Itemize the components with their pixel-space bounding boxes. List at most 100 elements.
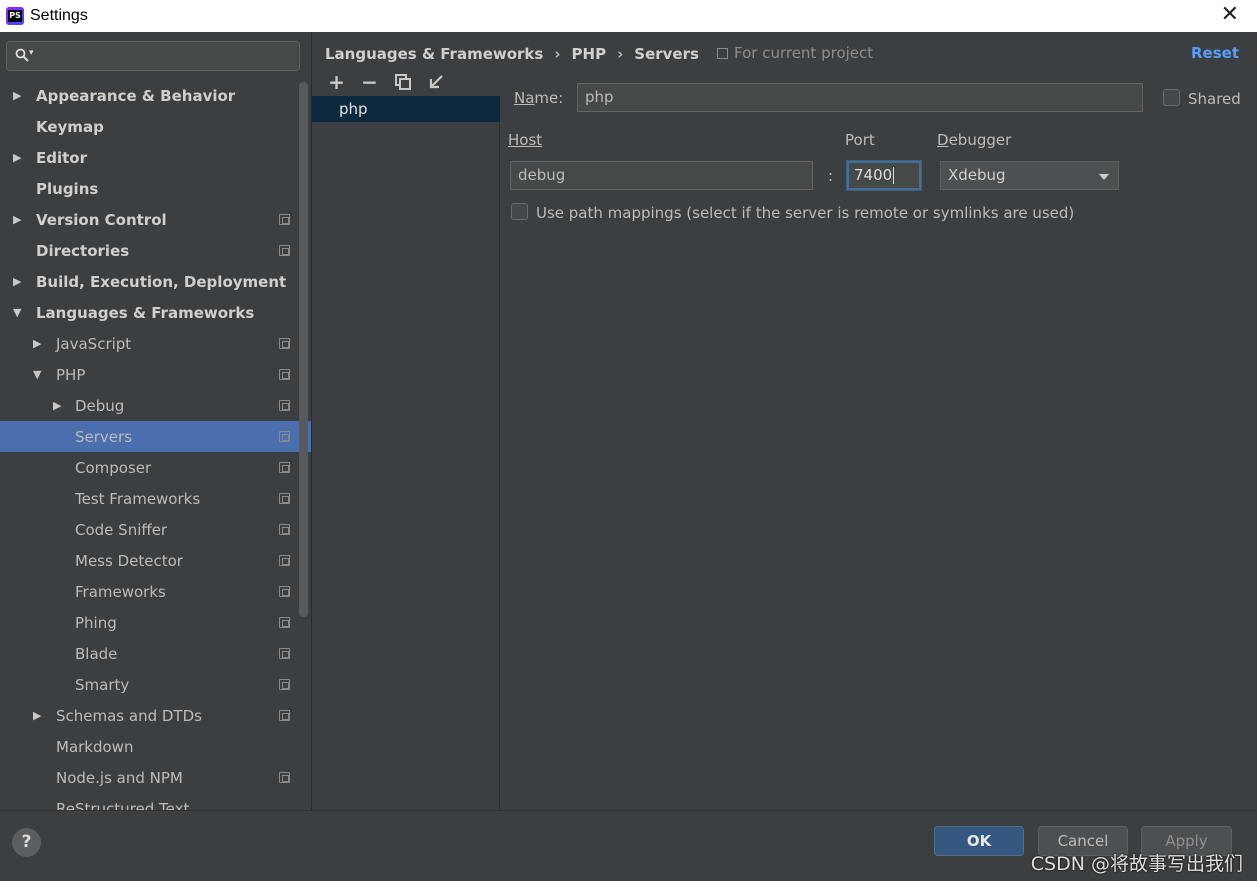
collapsed-arrow-icon[interactable]: ▶ [13, 151, 21, 164]
copy-icon[interactable] [386, 70, 419, 94]
sidebar-item-restructured-text[interactable]: ReStructured Text [0, 793, 311, 811]
host-label: Host [508, 131, 543, 149]
host-port-separator: : [828, 167, 834, 185]
collapsed-arrow-icon[interactable]: ▶ [53, 399, 61, 412]
close-icon[interactable]: ✕ [1221, 3, 1239, 27]
expanded-arrow-icon[interactable]: ▼ [13, 306, 21, 319]
sidebar-item-label: Debug [75, 396, 125, 415]
debugger-select[interactable]: Xdebug [940, 161, 1119, 190]
collapsed-arrow-icon[interactable]: ▶ [13, 89, 21, 102]
path-mappings-checkbox[interactable] [511, 203, 528, 220]
name-input[interactable]: php [577, 83, 1143, 112]
sidebar-item-frameworks[interactable]: Frameworks [0, 576, 311, 607]
breadcrumb-item: PHP [571, 45, 607, 63]
sidebar-scrollbar[interactable] [299, 82, 308, 617]
project-scope-icon [279, 338, 290, 349]
reset-link[interactable]: Reset [1191, 44, 1239, 62]
breadcrumb: Languages & Frameworks › PHP › Servers [325, 44, 699, 64]
remove-icon[interactable]: − [353, 70, 386, 94]
server-form: Name: php Shared Host Port Debugger debu… [500, 70, 1257, 810]
project-scope-icon [279, 648, 290, 659]
sidebar-item-code-sniffer[interactable]: Code Sniffer [0, 514, 311, 545]
sidebar-item-label: Directories [36, 241, 130, 260]
breadcrumb-separator: › [554, 45, 561, 63]
sidebar-item-label: Version Control [36, 210, 167, 229]
path-mappings-label: Use path mappings (select if the server … [536, 204, 1075, 222]
dialog-footer: ? OK Cancel Apply CSDN @将故事写出我们 [0, 810, 1257, 881]
project-scope-icon [279, 245, 290, 256]
chevron-down-icon [1099, 174, 1109, 180]
project-scope-icon [279, 586, 290, 597]
sidebar-item-appearance-behavior[interactable]: ▶ Appearance & Behavior [0, 80, 311, 111]
collapsed-arrow-icon[interactable]: ▶ [33, 709, 41, 722]
sidebar-item-editor[interactable]: ▶ Editor [0, 142, 311, 173]
collapsed-arrow-icon[interactable]: ▶ [33, 337, 41, 350]
sidebar-item-languages-frameworks[interactable]: ▼ Languages & Frameworks [0, 297, 311, 328]
project-scope-icon [279, 555, 290, 566]
collapsed-arrow-icon[interactable]: ▶ [13, 213, 21, 226]
sidebar-item-blade[interactable]: Blade [0, 638, 311, 669]
shared-checkbox[interactable] [1163, 89, 1180, 106]
project-scope-icon [279, 462, 290, 473]
sidebar-item-schemas-and-dtds[interactable]: ▶ Schemas and DTDs [0, 700, 311, 731]
csdn-watermark: CSDN @将故事写出我们 [1030, 853, 1243, 875]
sidebar-item-test-frameworks[interactable]: Test Frameworks [0, 483, 311, 514]
scope-note: For current project [717, 44, 873, 62]
sidebar-item-label: ReStructured Text [56, 799, 190, 811]
project-scope-icon [279, 493, 290, 504]
title-bar: Settings ✕ [0, 0, 1257, 32]
port-label: Port [845, 131, 875, 149]
server-list: php [312, 96, 500, 810]
sidebar-item-version-control[interactable]: ▶ Version Control [0, 204, 311, 235]
debugger-label: Debugger [937, 131, 1012, 149]
sidebar-item-node-js-and-npm[interactable]: Node.js and NPM [0, 762, 311, 793]
sidebar-item-composer[interactable]: Composer [0, 452, 311, 483]
sidebar-item-label: Keymap [36, 117, 104, 136]
port-input[interactable]: 7400 [846, 160, 922, 191]
sidebar-item-phing[interactable]: Phing [0, 607, 311, 638]
port-value: 7400 [854, 166, 893, 184]
servers-toolbar: + − [320, 70, 452, 94]
project-scope-icon [717, 47, 728, 59]
sidebar-item-label: Mess Detector [75, 551, 183, 570]
scope-note-label: For current project [734, 44, 874, 62]
window-title: Settings [30, 7, 88, 24]
sidebar-item-build-execution-deployment[interactable]: ▶ Build, Execution, Deployment [0, 266, 311, 297]
sidebar-item-plugins[interactable]: Plugins [0, 173, 311, 204]
shared-label: Shared [1188, 90, 1241, 108]
project-scope-icon [279, 400, 290, 411]
sidebar-item-php[interactable]: ▼ PHP [0, 359, 311, 390]
ok-button[interactable]: OK [934, 826, 1024, 856]
sidebar-item-label: Node.js and NPM [56, 768, 183, 787]
sidebar-item-javascript[interactable]: ▶ JavaScript [0, 328, 311, 359]
sidebar-item-servers[interactable]: Servers [0, 421, 311, 452]
sidebar-item-directories[interactable]: Directories [0, 235, 311, 266]
import-icon[interactable] [419, 70, 452, 94]
settings-search-input[interactable]: ▾ [6, 41, 300, 71]
debugger-select-value: Xdebug [948, 166, 1006, 184]
sidebar-item-label: Frameworks [75, 582, 166, 601]
expanded-arrow-icon[interactable]: ▼ [33, 368, 41, 381]
collapsed-arrow-icon[interactable]: ▶ [13, 275, 21, 288]
sidebar-item-label: Schemas and DTDs [56, 706, 202, 725]
sidebar-item-debug[interactable]: ▶ Debug [0, 390, 311, 421]
help-button[interactable]: ? [12, 828, 41, 857]
project-scope-icon [279, 617, 290, 628]
sidebar-item-label: PHP [56, 365, 86, 384]
add-icon[interactable]: + [320, 70, 353, 94]
sidebar-item-mess-detector[interactable]: Mess Detector [0, 545, 311, 576]
search-icon [15, 48, 29, 62]
settings-sidebar: ▾ ▶ Appearance & Behavior Keymap ▶ Editor Plu… [0, 32, 311, 810]
project-scope-icon [279, 710, 290, 721]
sidebar-item-keymap[interactable]: Keymap [0, 111, 311, 142]
sidebar-item-smarty[interactable]: Smarty [0, 669, 311, 700]
server-list-item[interactable]: php [312, 96, 500, 122]
settings-content: Languages & Frameworks › PHP › Servers F… [311, 32, 1257, 810]
project-scope-icon [279, 431, 290, 442]
sidebar-item-label: Languages & Frameworks [36, 303, 255, 322]
sidebar-item-label: Markdown [56, 737, 134, 756]
breadcrumb-separator: › [617, 45, 624, 63]
project-scope-icon [279, 524, 290, 535]
sidebar-item-markdown[interactable]: Markdown [0, 731, 311, 762]
host-input[interactable]: debug [510, 161, 813, 190]
